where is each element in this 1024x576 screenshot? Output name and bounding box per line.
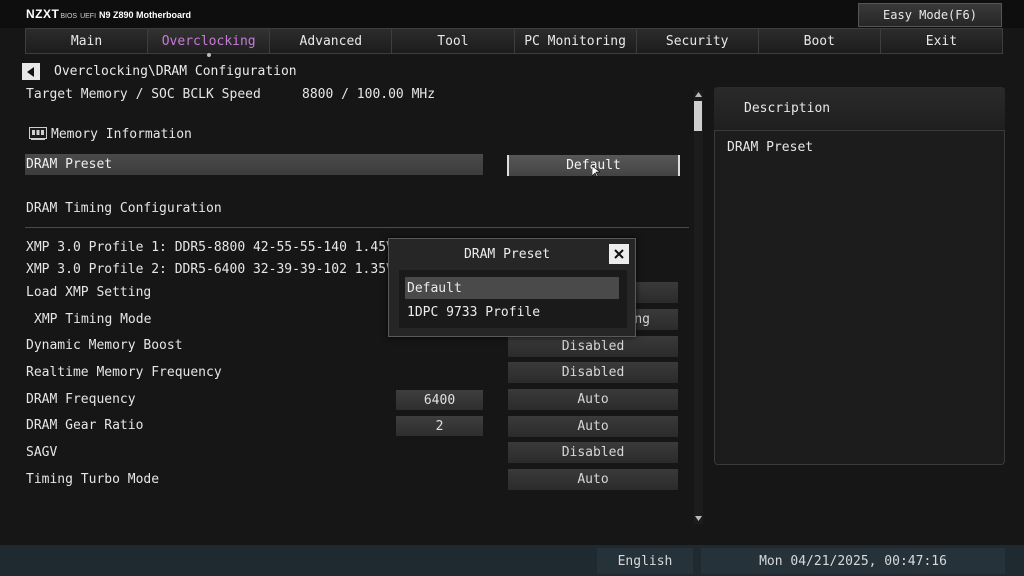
breadcrumb: Overclocking\DRAM Configuration [54, 64, 297, 79]
setting-label-dynamic-memory-boost: Dynamic Memory Boost [26, 338, 183, 353]
brand-model: N9 Z890 Motherboard [99, 10, 192, 20]
description-text: DRAM Preset [727, 140, 814, 155]
tab-tool[interactable]: Tool [391, 28, 514, 54]
xmp-profile-1: XMP 3.0 Profile 1: DDR5-8800 42-55-55-14… [26, 240, 433, 255]
language-selector[interactable]: English [597, 548, 693, 574]
brand-uefi: UEFI [80, 13, 97, 20]
back-button[interactable] [22, 63, 40, 80]
target-memory-label: Target Memory / SOC BCLK Speed [26, 87, 261, 102]
description-title: Description [744, 101, 831, 116]
xmp-profile-2: XMP 3.0 Profile 2: DDR5-6400 32-39-39-10… [26, 262, 433, 277]
setting-value-timing-turbo-mode[interactable]: Auto [508, 469, 678, 490]
mouse-cursor-icon [592, 166, 600, 178]
tab-overclocking[interactable]: Overclocking [147, 28, 270, 57]
setting-value-realtime-memory-frequency[interactable]: Disabled [508, 362, 678, 383]
popup-close-button[interactable] [609, 244, 629, 264]
datetime-display[interactable]: Mon 04/21/2025, 00:47:16 [701, 548, 1005, 574]
tab-advanced[interactable]: Advanced [269, 28, 392, 54]
brand-name: NZXT [26, 7, 60, 21]
setting-label-load-xmp: Load XMP Setting [26, 285, 152, 300]
target-memory-value: 8800 / 100.00 MHz [302, 87, 436, 102]
timing-section-title: DRAM Timing Configuration [26, 201, 222, 216]
setting-value-dynamic-memory-boost[interactable]: Disabled [508, 336, 678, 357]
setting-label-timing-turbo-mode: Timing Turbo Mode [26, 472, 160, 487]
close-icon [614, 249, 624, 259]
setting-label-dram-frequency: DRAM Frequency [26, 392, 136, 407]
popup-title: DRAM Preset [463, 247, 551, 262]
main-tabs: Main Overclocking Advanced Tool PC Monit… [25, 28, 1003, 57]
tab-exit[interactable]: Exit [879, 28, 1003, 54]
dram-frequency-number: 6400 [396, 390, 483, 410]
tab-pc-monitoring[interactable]: PC Monitoring [513, 28, 636, 54]
setting-value-dram-frequency[interactable]: Auto [508, 389, 678, 410]
scrollbar-track[interactable] [694, 90, 703, 524]
memory-module-icon [29, 127, 47, 140]
brand-logo: NZXTBIOS UEFI N9 Z890 Motherboard [26, 7, 191, 21]
scroll-up-icon[interactable] [695, 92, 702, 97]
setting-value-sagv[interactable]: Disabled [508, 442, 678, 463]
scrollbar-thumb[interactable] [694, 101, 702, 131]
section-divider [25, 227, 689, 228]
easy-mode-button[interactable]: Easy Mode(F6) [858, 3, 1002, 27]
popup-option-default[interactable]: Default [405, 277, 619, 299]
dram-gear-ratio-number: 2 [396, 416, 483, 436]
tab-security[interactable]: Security [635, 28, 758, 54]
setting-label-dram-gear-ratio: DRAM Gear Ratio [26, 418, 144, 433]
setting-label-sagv: SAGV [26, 445, 58, 460]
scroll-down-icon[interactable] [695, 516, 702, 521]
tab-main[interactable]: Main [25, 28, 148, 54]
setting-label-xmp-timing-mode: XMP Timing Mode [34, 312, 152, 327]
memory-information-link[interactable]: Memory Information [51, 127, 192, 142]
setting-label-realtime-memory-frequency: Realtime Memory Frequency [26, 365, 222, 380]
tab-boot[interactable]: Boot [757, 28, 880, 54]
popup-option-1dpc-9733[interactable]: 1DPC 9733 Profile [405, 301, 619, 323]
brand-bios: BIOS [60, 13, 78, 20]
back-arrow-icon [27, 66, 34, 77]
setting-value-dram-gear-ratio[interactable]: Auto [508, 416, 678, 437]
dram-preset-label: DRAM Preset [26, 157, 113, 172]
